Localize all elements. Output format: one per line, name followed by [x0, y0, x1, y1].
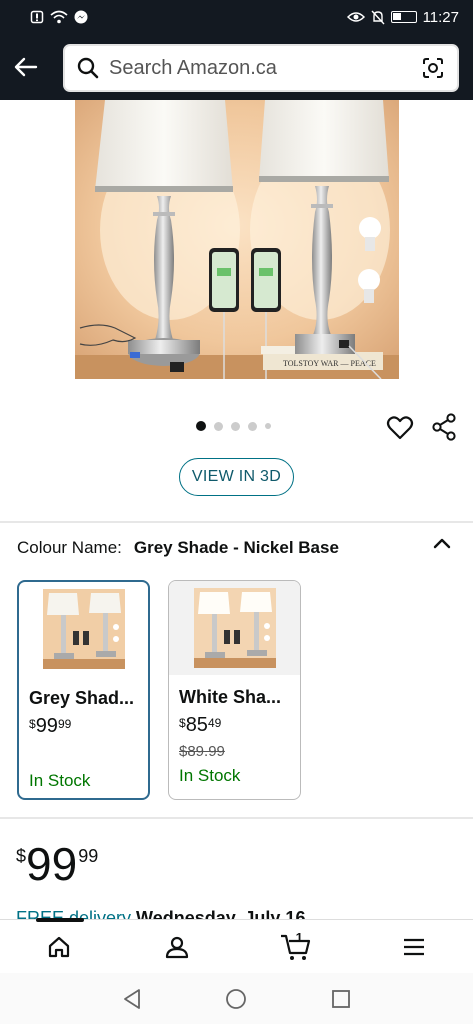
arrow-left-icon	[14, 57, 38, 77]
swatch-name: Grey Shad...	[29, 688, 135, 708]
carousel-dot-2[interactable]	[214, 421, 223, 431]
search-icon[interactable]	[75, 55, 101, 81]
status-bar: 11:27	[0, 0, 473, 34]
alarm-icon	[30, 10, 44, 24]
stock-status: In Stock	[29, 771, 91, 790]
search-input[interactable]	[109, 56, 419, 80]
price-whole: 99	[26, 838, 78, 890]
price-symbol: $	[179, 716, 186, 730]
system-nav-bar	[0, 973, 473, 1024]
carousel-dot-4[interactable]	[248, 421, 257, 431]
price-whole: 85	[185, 714, 208, 736]
home-icon	[49, 936, 70, 957]
nav-home[interactable]	[29, 922, 89, 972]
section-divider	[0, 521, 473, 523]
price-whole: 99	[35, 715, 58, 737]
camera-scan-icon[interactable]	[419, 54, 447, 82]
messenger-icon	[74, 10, 88, 24]
nav-menu[interactable]	[384, 922, 444, 972]
product-price: $ 99 99	[16, 840, 98, 888]
swatch-thumbnail	[19, 582, 148, 676]
view-in-3d-button[interactable]: VIEW IN 3D	[179, 458, 294, 496]
status-left-icons	[30, 10, 88, 24]
swatch-price: $ 99 99	[29, 715, 148, 738]
colour-swatch-grey[interactable]: Grey Shad... $ 99 99 In Stock	[17, 580, 150, 800]
price-cents: 49	[207, 716, 222, 730]
colour-name-row: Colour Name: Grey Shade - Nickel Base	[17, 538, 457, 558]
product-image[interactable]: TOLSTOY WAR — PEACE	[75, 100, 399, 379]
colour-value: Grey Shade - Nickel Base	[133, 538, 339, 557]
status-time: 11:27	[422, 8, 459, 26]
colour-swatch-white[interactable]: White Sha... $ 85 49 $89.99 In Stock	[168, 580, 301, 800]
price-symbol: $	[16, 846, 27, 866]
search-header	[0, 34, 473, 100]
chevron-up-icon[interactable]	[430, 532, 454, 556]
carousel-dot-1[interactable]	[196, 421, 206, 431]
bottom-nav: 1	[0, 918, 473, 973]
swatch-name: White Sha...	[179, 687, 282, 707]
swatch-list-price: $89.99	[179, 743, 225, 760]
section-divider	[0, 817, 473, 819]
eye-icon	[346, 12, 365, 22]
battery-icon	[390, 11, 417, 23]
wifi-icon	[50, 10, 68, 24]
home-circle-icon[interactable]	[225, 988, 247, 1010]
menu-icon	[403, 938, 424, 955]
carousel-dot-3[interactable]	[231, 421, 240, 431]
price-cents: 99	[78, 846, 99, 866]
mute-icon	[371, 10, 385, 24]
price-cents: 99	[57, 717, 72, 731]
status-right-icons: 11:27	[346, 8, 459, 26]
heart-icon[interactable]	[386, 414, 414, 442]
image-carousel-dots	[196, 421, 271, 431]
back-button[interactable]	[2, 43, 50, 91]
colour-label: Colour Name:	[17, 538, 122, 557]
nav-account[interactable]	[147, 922, 207, 972]
swatch-thumbnail	[169, 581, 300, 675]
back-triangle-icon[interactable]	[122, 988, 142, 1010]
recents-square-icon[interactable]	[331, 989, 351, 1009]
price-symbol: $	[29, 717, 36, 731]
carousel-dot-5[interactable]	[265, 423, 271, 429]
swatch-price: $ 85 49	[179, 714, 300, 737]
stock-status: In Stock	[179, 766, 241, 785]
nav-cart[interactable]: 1	[266, 922, 326, 972]
share-icon[interactable]	[431, 413, 457, 441]
search-bar[interactable]	[63, 44, 459, 92]
cart-count: 1	[295, 929, 303, 945]
account-icon	[166, 936, 189, 958]
